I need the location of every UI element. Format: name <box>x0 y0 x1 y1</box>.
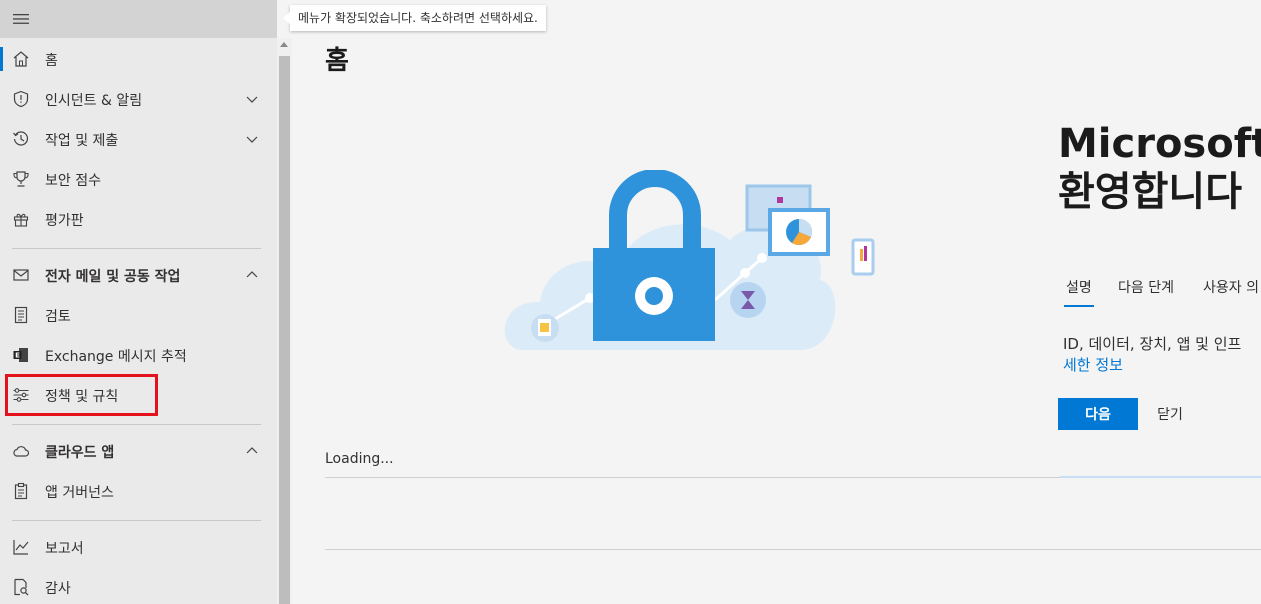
learn-more-link[interactable]: 세한 정보 <box>1063 354 1123 375</box>
mail-icon <box>13 269 29 281</box>
highlight-box <box>5 374 158 416</box>
nav-item-label: Exchange 메시지 추적 <box>45 349 187 365</box>
nav-item-review[interactable]: 검토 <box>0 295 277 335</box>
nav-item-label: 앱 거버넌스 <box>45 485 114 501</box>
welcome-title: Microsoft 환영합니다 <box>1058 120 1261 216</box>
chevron-down-icon[interactable] <box>245 132 259 146</box>
shield-icon <box>13 90 29 108</box>
tab-next-steps[interactable]: 다음 단계 <box>1118 277 1174 297</box>
clipboard-icon <box>14 482 28 500</box>
nav-divider <box>12 424 261 425</box>
nav-divider <box>12 248 261 249</box>
nav-header <box>0 0 277 38</box>
nav-item-actions-submissions[interactable]: 작업 및 제출 <box>0 119 277 159</box>
nav-item-secure-score[interactable]: 보안 점수 <box>0 159 277 199</box>
nav-item-app-governance[interactable]: 앱 거버넌스 <box>0 471 277 511</box>
scroll-up-arrow-icon[interactable] <box>280 42 288 47</box>
close-button[interactable]: 닫기 <box>1148 398 1192 430</box>
nav-section-email-collaboration[interactable]: 전자 메일 및 공동 작업 <box>0 255 277 295</box>
trophy-icon <box>13 171 29 187</box>
welcome-description: ID, 데이터, 장치, 앱 및 인프 <box>1063 335 1242 353</box>
nav-item-audit[interactable]: 감사 <box>0 567 277 604</box>
page-title: 홈 <box>325 46 349 76</box>
nav-scrollbar[interactable] <box>277 38 292 604</box>
scrollbar-thumb[interactable] <box>279 56 290 604</box>
nav-section-label: 클라우드 앱 <box>45 445 115 461</box>
nav-item-label: 인시던트 & 알림 <box>45 93 143 109</box>
nav-item-incidents-alerts[interactable]: 인시던트 & 알림 <box>0 79 277 119</box>
nav-item-label: 평가판 <box>45 213 84 229</box>
next-button[interactable]: 다음 <box>1058 398 1138 430</box>
nav-item-label: 보고서 <box>45 541 84 557</box>
exchange-icon: E <box>13 348 28 362</box>
nav-divider <box>12 520 261 521</box>
tab-user[interactable]: 사용자 의 <box>1203 277 1259 297</box>
gift-icon <box>13 213 29 227</box>
chart-line-icon <box>13 540 29 555</box>
svg-text:E: E <box>15 352 20 360</box>
hamburger-menu-icon[interactable] <box>12 11 30 27</box>
nav-section-label: 전자 메일 및 공동 작업 <box>45 269 181 285</box>
chevron-up-icon[interactable] <box>245 268 259 282</box>
nav-item-label: 보안 점수 <box>45 173 101 189</box>
welcome-title-line2: 환영합니다 <box>1058 169 1242 215</box>
nav-item-label: 작업 및 제출 <box>45 133 119 149</box>
cloud-icon <box>13 446 30 457</box>
nav-section-cloud-apps[interactable]: 클라우드 앱 <box>0 431 277 471</box>
home-icon <box>13 51 29 67</box>
loading-accent-line <box>1060 476 1261 478</box>
loading-text: Loading... <box>325 451 394 467</box>
left-navigation: 홈 인시던트 & 알림 작업 및 제출 보안 점수 평가판 전자 메일 및 공동… <box>0 0 277 604</box>
nav-item-exchange-message-trace[interactable]: E Exchange 메시지 추적 <box>0 335 277 375</box>
active-tab-underline <box>1064 305 1094 307</box>
nav-item-home[interactable]: 홈 <box>0 39 277 79</box>
nav-item-trials[interactable]: 평가판 <box>0 199 277 239</box>
content-divider <box>325 549 1261 550</box>
welcome-title-line1: Microsoft <box>1058 121 1261 167</box>
nav-item-reports[interactable]: 보고서 <box>0 527 277 567</box>
menu-tooltip: 메뉴가 확장되었습니다. 축소하려면 선택하세요. <box>283 5 546 31</box>
history-icon <box>13 131 29 146</box>
document-icon <box>14 306 28 324</box>
nav-item-label: 검토 <box>45 309 71 325</box>
tab-description[interactable]: 설명 <box>1066 277 1092 297</box>
security-lock-illustration <box>504 170 875 350</box>
search-document-icon <box>14 578 29 596</box>
nav-item-label: 감사 <box>45 581 71 597</box>
chevron-down-icon[interactable] <box>245 92 259 106</box>
chevron-up-icon[interactable] <box>245 444 259 458</box>
nav-item-label: 홈 <box>45 53 58 69</box>
